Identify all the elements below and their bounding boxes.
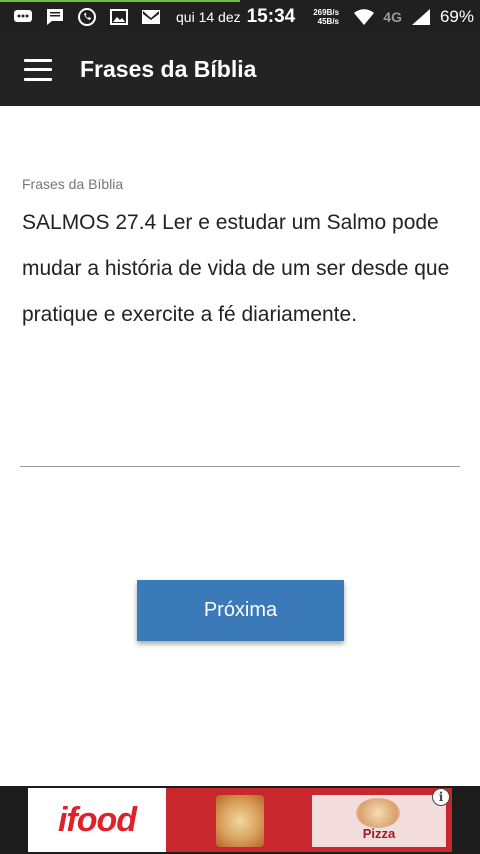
- divider: [20, 466, 460, 467]
- verse-text: SALMOS 27.4 Ler e estudar um Salmo pode …: [22, 211, 450, 326]
- ad-content[interactable]: ifood Pizza: [28, 788, 452, 852]
- network-speed-up: 269B/s: [313, 7, 340, 17]
- verse-card: Frases da Bíblia SALMOS 27.4 Ler e estud…: [22, 176, 462, 338]
- ad-banner[interactable]: ifood Pizza i: [0, 786, 480, 854]
- ad-pizza-label: Pizza: [362, 826, 396, 841]
- network-speed: 269B/s 45B/s: [313, 8, 339, 26]
- status-date: qui 14 dez: [176, 8, 241, 25]
- network-type: 4G: [383, 8, 402, 25]
- whatsapp-icon: [76, 7, 98, 26]
- ad-food-image: [216, 795, 264, 847]
- notification-icons: [12, 7, 162, 26]
- next-button[interactable]: Próxima: [137, 580, 344, 641]
- battery-level: 69%: [439, 6, 474, 26]
- verse-category-label: Frases da Bíblia: [22, 176, 124, 192]
- app-title: Frases da Bíblia: [80, 56, 257, 82]
- gmail-icon: [140, 8, 162, 26]
- ad-info-icon[interactable]: i: [432, 788, 450, 806]
- ad-pizza-card: Pizza: [312, 795, 446, 847]
- status-right: 4G 69%: [353, 7, 474, 27]
- signal-icon: [410, 8, 432, 26]
- network-speed-down: 45B/s: [317, 16, 340, 26]
- message-icon: [44, 8, 66, 26]
- wifi-icon: [353, 8, 375, 26]
- ad-logo-box: ifood: [28, 788, 166, 852]
- ad-pizza-image: [356, 798, 400, 828]
- ifood-logo: ifood: [57, 800, 137, 839]
- image-icon: [108, 8, 130, 26]
- status-bar: qui 14 dez 15:34 269B/s 45B/s 4G 69%: [0, 0, 480, 33]
- status-progress-line: [0, 0, 240, 2]
- app-bar: Frases da Bíblia: [0, 33, 480, 106]
- hamburger-menu-icon[interactable]: [24, 58, 52, 81]
- status-time: 15:34: [246, 5, 296, 27]
- chat-bubble-icon: [12, 8, 34, 26]
